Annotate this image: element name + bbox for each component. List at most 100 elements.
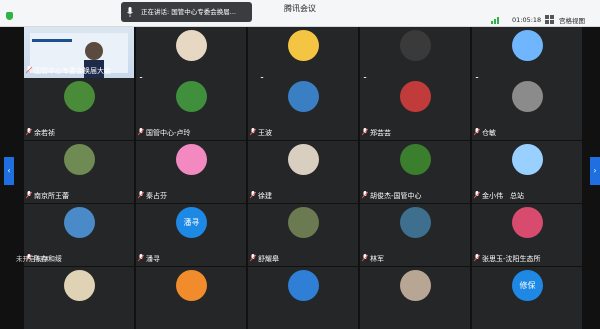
participant-tile[interactable] <box>136 267 246 329</box>
participant-tile[interactable] <box>24 267 134 329</box>
participant-name: 王波 <box>249 128 272 138</box>
participant-avatar <box>176 30 207 61</box>
mic-icon <box>127 7 133 17</box>
participant-name: 郑芸芸 <box>361 128 391 138</box>
participant-name-text: 国管中心专委会换届大会 <box>34 67 111 75</box>
participant-avatar: 潘寻 <box>176 207 207 238</box>
participant-tile[interactable]: 林军 <box>360 204 470 266</box>
participant-name: 林军 <box>361 254 384 264</box>
participant-tile[interactable]: 王波 <box>248 78 358 140</box>
participant-name-text: 张思玉-沈阳生态所 <box>482 255 541 263</box>
participant-tile[interactable]: 秦占芬 <box>136 141 246 203</box>
mic-muted-icon <box>249 191 257 199</box>
camera-status: 未开启视频 <box>16 255 49 263</box>
participant-name-text: 仓敏 <box>482 129 496 137</box>
participant-tile[interactable]: 国管中心-卢玲 <box>136 78 246 140</box>
mic-muted-icon <box>25 128 33 136</box>
grid-view-icon[interactable] <box>545 15 555 24</box>
participant-avatar <box>512 30 543 61</box>
speaking-text: 正在讲话: 国管中心专委会换届... <box>141 8 236 16</box>
participant-tile[interactable] <box>360 267 470 329</box>
participant-tile[interactable]: 胡俊杰-国管中心 <box>360 141 470 203</box>
mic-muted-icon <box>249 254 257 262</box>
participant-avatar <box>64 207 95 238</box>
participant-tile[interactable]: 郑芸芸 <box>360 78 470 140</box>
participant-name-text: 国管中心-卢玲 <box>146 129 191 137</box>
mic-muted-icon <box>137 254 145 262</box>
participant-tile[interactable]: 南京所王蕾 <box>24 141 134 203</box>
mic-muted-icon <box>473 128 481 136</box>
participant-name-text: 王波 <box>258 129 272 137</box>
mic-muted-icon <box>25 66 33 74</box>
participant-tile[interactable]: 仓敏 <box>472 78 582 140</box>
mic-muted-icon <box>473 254 481 262</box>
mic-muted-icon <box>361 191 369 199</box>
participant-name-text: 林军 <box>370 255 384 263</box>
participant-avatar <box>288 207 319 238</box>
view-mode-button[interactable]: 宫格视图 <box>559 15 585 25</box>
participant-avatar <box>288 270 319 301</box>
mic-muted-icon <box>137 191 145 199</box>
participant-tile[interactable]: 修保 <box>472 267 582 329</box>
participant-name: 秦占芬 <box>137 191 167 201</box>
participant-avatar <box>176 81 207 112</box>
participant-tile[interactable]: 余若祯 <box>24 78 134 140</box>
speaking-indicator: 正在讲话: 国管中心专委会换届... <box>121 2 252 22</box>
mic-muted-icon <box>25 191 33 199</box>
participant-name: 舒耀皋 <box>249 254 279 264</box>
participant-tile[interactable] <box>248 267 358 329</box>
participant-name-text: 余若祯 <box>34 129 55 137</box>
mic-muted-icon <box>361 128 369 136</box>
participant-name: 金小伟 总站 <box>473 191 524 201</box>
participant-tile[interactable]: 潘寻 潘寻 <box>136 204 246 266</box>
participant-avatar <box>288 144 319 175</box>
participant-name-text: 潘寻 <box>146 255 160 263</box>
participant-name-text: 胡俊杰-国管中心 <box>370 192 422 200</box>
participant-avatar <box>512 144 543 175</box>
participant-avatar <box>400 207 431 238</box>
participant-tile[interactable]: 金小伟 总站 <box>472 141 582 203</box>
participant-name: 国管中心专委会换届大会 <box>25 66 111 76</box>
participant-avatar <box>512 207 543 238</box>
participant-name-text: 秦占芬 <box>146 192 167 200</box>
participant-name-text: 金小伟 总站 <box>482 192 524 200</box>
participant-name: 余若祯 <box>25 128 55 138</box>
signal-icon[interactable] <box>491 15 501 24</box>
participant-avatar <box>400 30 431 61</box>
participant-avatar <box>176 270 207 301</box>
meeting-timer: 01:05:18 <box>512 16 542 24</box>
participant-avatar: 修保 <box>512 270 543 301</box>
participant-name: 胡俊杰-国管中心 <box>361 191 422 201</box>
mic-muted-icon <box>361 254 369 262</box>
participant-avatar <box>512 81 543 112</box>
participant-tile[interactable]: 张思玉-沈阳生态所 <box>472 204 582 266</box>
participant-avatar <box>64 144 95 175</box>
participant-tile[interactable]: 舒耀皋 <box>248 204 358 266</box>
participant-avatar <box>400 270 431 301</box>
participant-tile[interactable]: 徐建 <box>248 141 358 203</box>
participant-avatar <box>288 81 319 112</box>
participant-name-text: 南京所王蕾 <box>34 192 69 200</box>
participant-name: 徐建 <box>249 191 272 201</box>
mic-muted-icon <box>473 191 481 199</box>
participant-name-text: 徐建 <box>258 192 272 200</box>
participant-name: 南京所王蕾 <box>25 191 69 201</box>
participant-name-text: 舒耀皋 <box>258 255 279 263</box>
participant-name-text: 郑芸芸 <box>370 129 391 137</box>
participant-name: 仓敏 <box>473 128 496 138</box>
participant-name: 国管中心-卢玲 <box>137 128 191 138</box>
participant-gallery: 国管中心专委会换届大会化学品专委会海虹汪乐余曾国昵余若祯国管中心-卢玲王波郑芸芸… <box>0 27 600 329</box>
title-bar: 腾讯会议 正在讲话: 国管中心专委会换届... 01:05:18 宫格视图 <box>0 0 600 27</box>
participant-avatar <box>64 81 95 112</box>
participant-name: 张思玉-沈阳生态所 <box>473 254 541 264</box>
next-page-arrow-icon[interactable]: › <box>590 157 600 185</box>
participant-avatar <box>288 30 319 61</box>
mic-muted-icon <box>249 128 257 136</box>
participant-tile[interactable]: 国管中心专委会换届大会 <box>24 27 134 78</box>
mic-muted-icon <box>137 128 145 136</box>
participant-avatar <box>400 81 431 112</box>
participant-avatar <box>400 144 431 175</box>
prev-page-arrow-icon[interactable]: ‹ <box>4 157 14 185</box>
participant-avatar <box>64 270 95 301</box>
participant-avatar <box>176 144 207 175</box>
